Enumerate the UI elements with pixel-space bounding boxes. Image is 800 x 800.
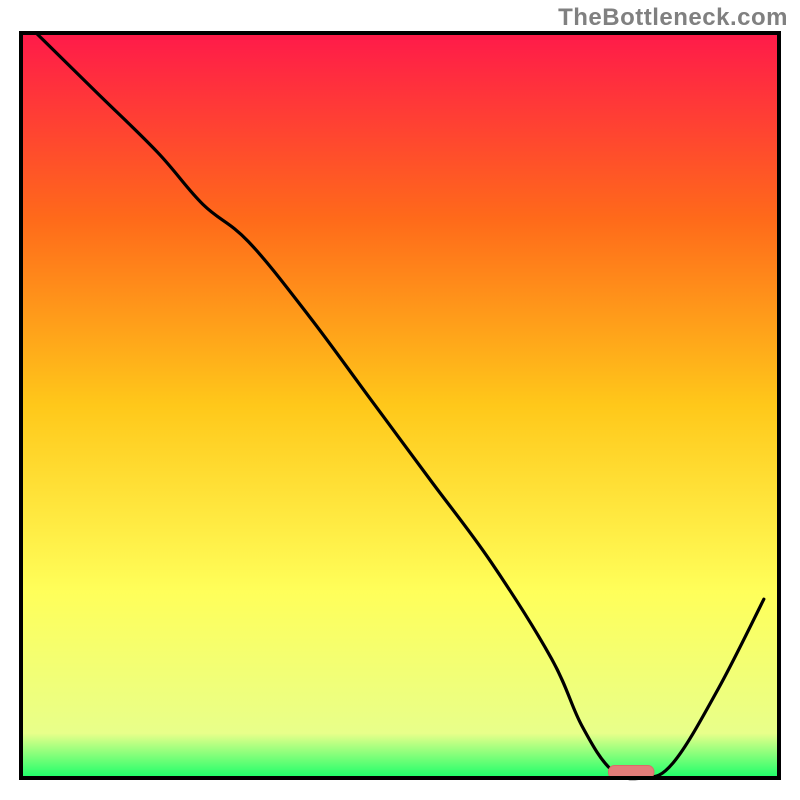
plot-background: [21, 33, 779, 778]
chart-canvas: TheBottleneck.com: [0, 0, 800, 800]
watermark-label: TheBottleneck.com: [558, 4, 788, 32]
bottleneck-plot: [0, 0, 800, 800]
